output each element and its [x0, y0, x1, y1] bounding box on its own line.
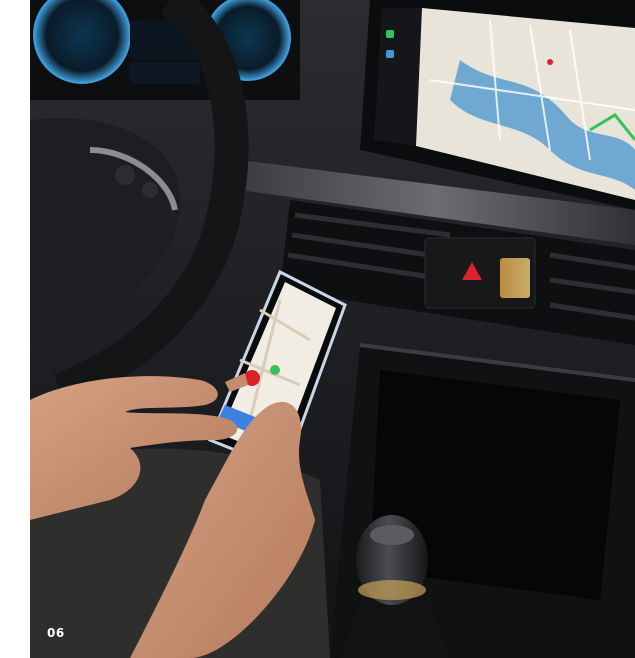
page-number: 06	[47, 626, 65, 640]
car-interior-photo	[30, 0, 635, 658]
car-interior-illustration	[30, 0, 635, 658]
page: 06	[0, 0, 635, 658]
